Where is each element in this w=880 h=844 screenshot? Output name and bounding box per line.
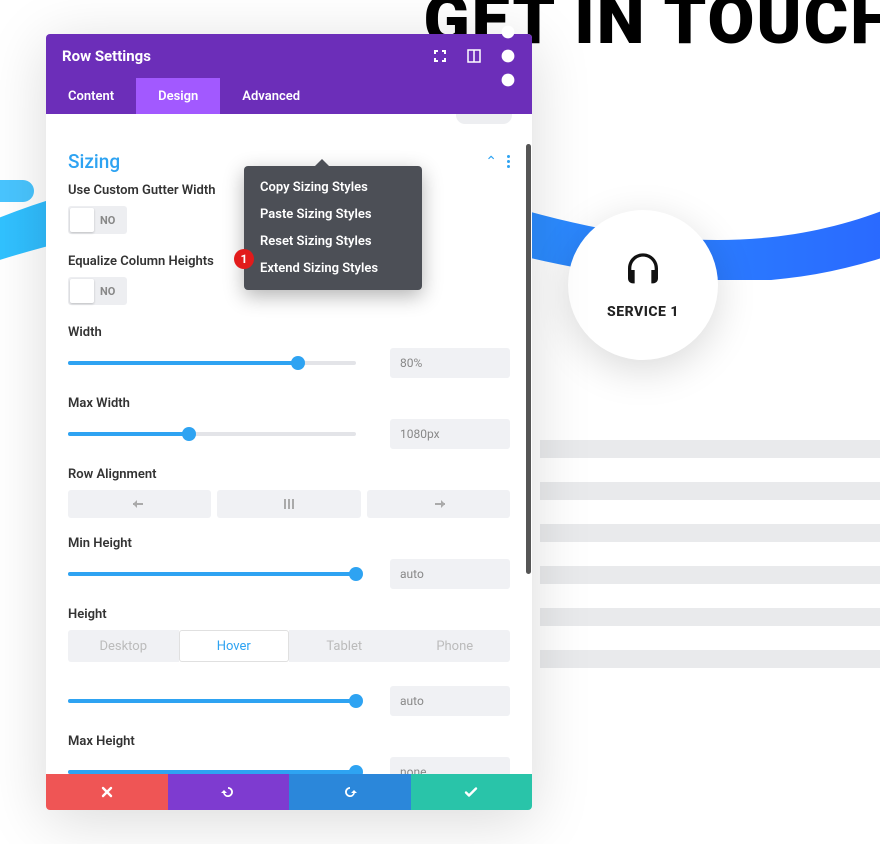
device-tab-tablet[interactable]: Tablet <box>289 630 400 662</box>
tab-design[interactable]: Design <box>136 78 220 114</box>
device-tab-phone[interactable]: Phone <box>400 630 511 662</box>
device-tab-desktop[interactable]: Desktop <box>68 630 179 662</box>
min-height-label: Min Height <box>68 536 510 551</box>
service-card: SERVICE 1 <box>568 210 718 360</box>
panel-header: Row Settings <box>46 34 532 78</box>
placeholder-bar <box>540 440 880 458</box>
height-slider[interactable] <box>68 699 356 703</box>
height-value[interactable]: auto <box>390 686 510 716</box>
step-badge: 1 <box>234 249 254 269</box>
menu-copy-styles[interactable]: Copy Sizing Styles <box>244 174 422 201</box>
min-height-slider[interactable] <box>68 572 356 576</box>
menu-extend-styles[interactable]: Extend Sizing Styles <box>244 255 422 282</box>
columns-icon[interactable] <box>466 48 482 64</box>
width-slider[interactable] <box>68 361 356 365</box>
expand-icon[interactable] <box>432 48 448 64</box>
max-width-slider[interactable] <box>68 432 356 436</box>
tab-content[interactable]: Content <box>46 78 136 114</box>
max-width-value[interactable]: 1080px <box>390 419 510 449</box>
save-button[interactable] <box>411 774 533 810</box>
width-label: Width <box>68 325 510 340</box>
align-right-button[interactable] <box>367 490 510 518</box>
device-tabs: Desktop Hover Tablet Phone <box>68 630 510 662</box>
width-value[interactable]: 80% <box>390 348 510 378</box>
headphones-icon <box>623 250 663 290</box>
min-height-value[interactable]: auto <box>390 559 510 589</box>
placeholder-bar <box>540 524 880 542</box>
row-alignment-label: Row Alignment <box>68 467 510 482</box>
undo-button[interactable] <box>168 774 290 810</box>
toggle-state: NO <box>94 214 125 227</box>
cancel-button[interactable] <box>46 774 168 810</box>
gutter-width-toggle[interactable]: NO <box>68 206 127 234</box>
settings-panel: Row Settings Content Design Advanced Siz… <box>46 34 532 810</box>
max-width-label: Max Width <box>68 396 510 411</box>
panel-title: Row Settings <box>62 47 151 65</box>
redo-button[interactable] <box>289 774 411 810</box>
panel-footer <box>46 774 532 810</box>
align-left-button[interactable] <box>68 490 211 518</box>
chevron-up-icon[interactable]: ⌃ <box>485 154 497 170</box>
max-height-label: Max Height <box>68 734 510 749</box>
device-tab-hover[interactable]: Hover <box>179 630 290 662</box>
menu-paste-styles[interactable]: Paste Sizing Styles <box>244 201 422 228</box>
service-label: SERVICE 1 <box>607 304 679 320</box>
tab-bar: Content Design Advanced <box>46 78 532 114</box>
more-icon[interactable] <box>500 48 516 64</box>
equalize-toggle[interactable]: NO <box>68 277 127 305</box>
context-menu: Copy Sizing Styles Paste Sizing Styles R… <box>244 166 422 290</box>
collapsed-pill <box>456 114 512 124</box>
scrollbar[interactable] <box>526 144 531 574</box>
placeholder-bar <box>540 650 880 668</box>
placeholder-bar <box>540 482 880 500</box>
align-center-button[interactable] <box>217 490 360 518</box>
toggle-state: NO <box>94 285 125 298</box>
placeholder-bar <box>540 566 880 584</box>
tab-advanced[interactable]: Advanced <box>220 78 322 114</box>
decorative-blob <box>0 180 34 202</box>
max-height-value[interactable]: none <box>390 757 510 774</box>
max-height-slider[interactable] <box>68 770 356 774</box>
height-label: Height <box>68 607 510 622</box>
menu-reset-styles[interactable]: Reset Sizing Styles <box>244 228 422 255</box>
section-more-icon[interactable] <box>507 155 510 168</box>
placeholder-bar <box>540 608 880 626</box>
section-title: Sizing <box>68 150 120 173</box>
